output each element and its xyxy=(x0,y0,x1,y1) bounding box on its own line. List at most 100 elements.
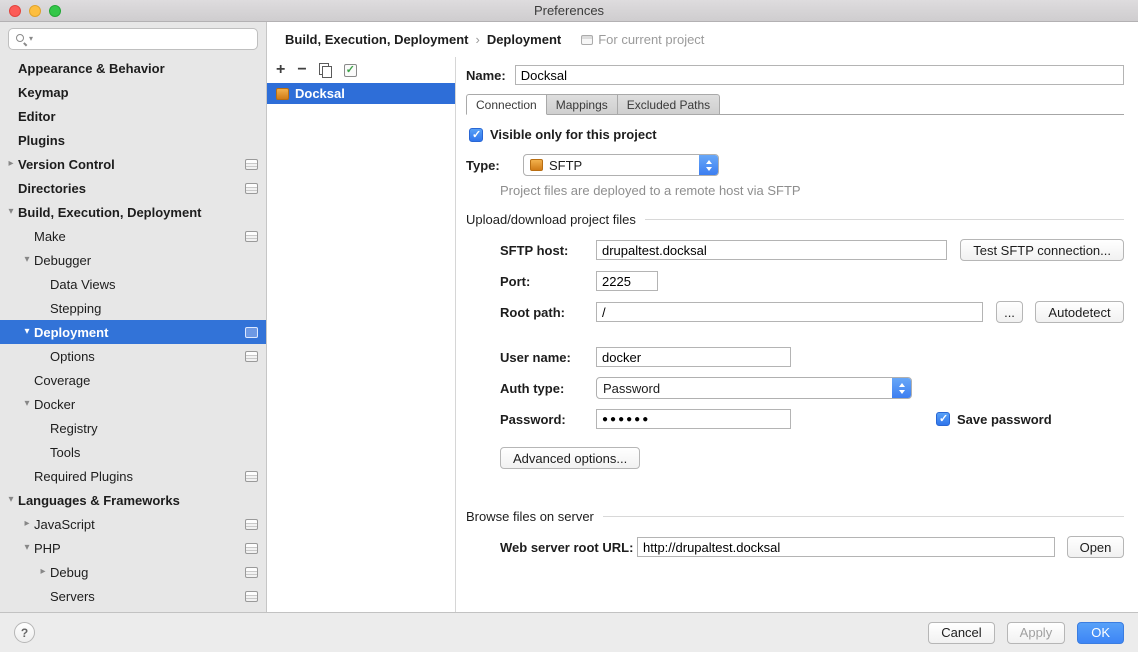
search-options-chevron-icon[interactable]: ▾ xyxy=(29,35,33,43)
user-name-input[interactable] xyxy=(596,347,791,367)
close-window-button[interactable] xyxy=(9,5,21,17)
remove-server-icon[interactable]: − xyxy=(297,62,306,78)
ok-button[interactable]: OK xyxy=(1077,622,1124,644)
project-settings-icon xyxy=(245,159,258,170)
chevron-down-icon[interactable]: ▾ xyxy=(20,320,34,344)
copy-server-icon[interactable] xyxy=(319,63,332,77)
content-area: + − Docksal Name: xyxy=(267,57,1138,612)
sidebar-item-build-execution-deployment[interactable]: ▾Build, Execution, Deployment xyxy=(0,200,266,224)
sidebar-item-version-control[interactable]: ▸Version Control xyxy=(0,152,266,176)
test-sftp-connection-button[interactable]: Test SFTP connection... xyxy=(960,239,1124,261)
settings-search-field[interactable]: ▾ xyxy=(8,28,258,50)
sidebar-item-editor[interactable]: Editor xyxy=(0,104,266,128)
sidebar-item-languages-frameworks[interactable]: ▾Languages & Frameworks xyxy=(0,488,266,512)
scope-indicator: For current project xyxy=(581,32,704,47)
name-input[interactable] xyxy=(515,65,1124,85)
visible-only-row: Visible only for this project xyxy=(469,127,1124,142)
dropdown-stepper-icon[interactable] xyxy=(699,154,718,176)
sidebar-item-debugger[interactable]: ▾Debugger xyxy=(0,248,266,272)
sidebar-item-directories[interactable]: Directories xyxy=(0,176,266,200)
title-bar: Preferences xyxy=(0,0,1138,22)
sftp-host-label: SFTP host: xyxy=(500,243,596,258)
root-path-label: Root path: xyxy=(500,305,596,320)
sidebar-item-label: Options xyxy=(50,349,95,364)
sidebar-item-keymap[interactable]: Keymap xyxy=(0,80,266,104)
project-settings-icon xyxy=(245,327,258,338)
chevron-right-icon[interactable]: ▸ xyxy=(20,512,34,536)
password-input[interactable] xyxy=(596,409,791,429)
port-input[interactable] xyxy=(596,271,658,291)
sidebar-item-options[interactable]: Options xyxy=(0,344,266,368)
search-input[interactable] xyxy=(35,31,251,48)
scope-label: For current project xyxy=(598,32,704,47)
sftp-host-input[interactable] xyxy=(596,240,947,260)
dropdown-stepper-icon[interactable] xyxy=(892,377,911,399)
chevron-down-icon[interactable]: ▾ xyxy=(20,392,34,416)
deployment-form: Name: Connection Mappings Excluded Paths… xyxy=(456,57,1138,612)
sidebar-item-servers[interactable]: Servers xyxy=(0,584,266,608)
apply-button[interactable]: Apply xyxy=(1007,622,1066,644)
tab-excluded-paths[interactable]: Excluded Paths xyxy=(618,94,720,115)
save-password-checkbox[interactable] xyxy=(936,412,950,426)
use-as-default-icon[interactable] xyxy=(344,64,357,77)
window-title: Preferences xyxy=(534,3,604,18)
chevron-down-icon[interactable]: ▾ xyxy=(4,488,18,512)
web-root-input[interactable] xyxy=(637,537,1055,557)
chevron-down-icon[interactable]: ▾ xyxy=(20,248,34,272)
tab-mappings[interactable]: Mappings xyxy=(547,94,618,115)
type-row: Type: SFTP xyxy=(466,154,1124,176)
sidebar-item-debug[interactable]: ▸Debug xyxy=(0,560,266,584)
sidebar-item-deployment[interactable]: ▾Deployment xyxy=(0,320,266,344)
breadcrumb-current: Deployment xyxy=(487,32,561,47)
sidebar-item-docker[interactable]: ▾Docker xyxy=(0,392,266,416)
sidebar-item-coverage[interactable]: Coverage xyxy=(0,368,266,392)
sidebar-item-javascript[interactable]: ▸JavaScript xyxy=(0,512,266,536)
project-settings-icon xyxy=(245,567,258,578)
cancel-button[interactable]: Cancel xyxy=(928,622,994,644)
servers-panel: + − Docksal xyxy=(267,57,456,612)
breadcrumb: Build, Execution, Deployment › Deploymen… xyxy=(267,22,1138,57)
user-name-label: User name: xyxy=(500,350,596,365)
sidebar-item-required-plugins[interactable]: Required Plugins xyxy=(0,464,266,488)
sidebar-item-plugins[interactable]: Plugins xyxy=(0,128,266,152)
breadcrumb-root[interactable]: Build, Execution, Deployment xyxy=(285,32,468,47)
visible-only-checkbox[interactable] xyxy=(469,128,483,142)
sidebar-item-label: Appearance & Behavior xyxy=(18,61,165,76)
autodetect-button[interactable]: Autodetect xyxy=(1035,301,1124,323)
sidebar-item-label: Required Plugins xyxy=(34,469,133,484)
search-icon xyxy=(15,33,27,45)
project-settings-icon xyxy=(245,519,258,530)
sidebar-item-registry[interactable]: Registry xyxy=(0,416,266,440)
sidebar-item-appearance-behavior[interactable]: Appearance & Behavior xyxy=(0,56,266,80)
auth-type-select[interactable]: Password xyxy=(596,377,912,399)
help-button[interactable]: ? xyxy=(14,622,35,643)
chevron-down-icon[interactable]: ▾ xyxy=(20,536,34,560)
zoom-window-button[interactable] xyxy=(49,5,61,17)
open-button[interactable]: Open xyxy=(1067,536,1124,558)
sidebar-item-php[interactable]: ▾PHP xyxy=(0,536,266,560)
password-row: Password: Save password xyxy=(500,409,1124,429)
tab-connection[interactable]: Connection xyxy=(466,94,547,115)
sidebar-item-tools[interactable]: Tools xyxy=(0,440,266,464)
add-server-icon[interactable]: + xyxy=(276,62,285,78)
chevron-down-icon[interactable]: ▾ xyxy=(4,200,18,224)
sidebar-item-label: Directories xyxy=(18,181,86,196)
chevron-right-icon[interactable]: ▸ xyxy=(36,560,50,584)
main-area: Build, Execution, Deployment › Deploymen… xyxy=(267,22,1138,612)
window-controls xyxy=(9,5,61,17)
dialog-footer: ? Cancel Apply OK xyxy=(0,612,1138,652)
sidebar-item-label: Docker xyxy=(34,397,75,412)
minimize-window-button[interactable] xyxy=(29,5,41,17)
user-name-row: User name: xyxy=(500,347,1124,367)
advanced-options-button[interactable]: Advanced options... xyxy=(500,447,640,469)
server-list-item-docksal[interactable]: Docksal xyxy=(267,83,455,104)
sidebar-item-make[interactable]: Make xyxy=(0,224,266,248)
sidebar-item-stepping[interactable]: Stepping xyxy=(0,296,266,320)
browse-root-path-button[interactable]: ... xyxy=(996,301,1023,323)
chevron-right-icon[interactable]: ▸ xyxy=(4,152,18,176)
root-path-input[interactable] xyxy=(596,302,983,322)
tab-bar: Connection Mappings Excluded Paths xyxy=(466,94,1124,115)
type-select[interactable]: SFTP xyxy=(523,154,719,176)
settings-tree: Appearance & Behavior KeymapEditorPlugins… xyxy=(0,54,266,612)
sidebar-item-data-views[interactable]: Data Views xyxy=(0,272,266,296)
